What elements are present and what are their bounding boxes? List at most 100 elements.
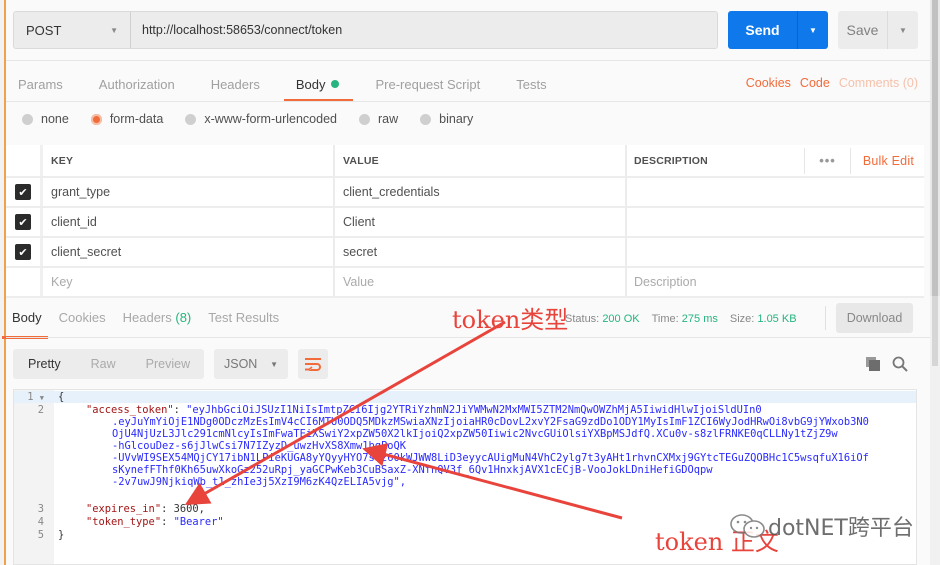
copy-icon[interactable] [866,357,880,371]
status-group: Status: 200 OK [565,313,640,325]
params-table: KEY VALUE DESCRIPTION ••• Bulk Edit ✔ gr… [6,145,924,298]
row-checkbox[interactable]: ✔ [15,244,31,260]
key-field[interactable]: client_id [43,208,335,236]
radio-circle-selected[interactable] [90,113,102,125]
comments-link[interactable]: Comments (0) [839,76,918,90]
radio-circle[interactable] [185,113,197,125]
method-value: POST [26,22,62,38]
new-value-input[interactable]: Value [335,268,627,296]
radio-x-www-form-urlencoded[interactable]: x-www-form-urlencoded [185,112,337,126]
json-key: "expires_in" [86,503,162,515]
tab-response-headers[interactable]: Headers (8) [123,310,192,332]
tab-label: Test Results [208,310,280,325]
radio-label: form-data [109,112,164,126]
code-continuation: OjU4NjUzL3Jlc291cmNlcyIsImFwaTEiXSwiY2xp… [112,428,838,440]
table-tools: ••• Bulk Edit [804,145,924,176]
body-indicator-dot [331,80,340,88]
tab-tests[interactable]: Tests [516,68,546,100]
header-check-cell [6,145,43,176]
value-field[interactable]: Client [335,208,627,236]
size-value: 1.05 KB [757,313,797,325]
tab-label: Params [18,76,63,92]
radio-circle[interactable] [22,113,33,125]
tab-body[interactable]: Body [283,68,353,102]
radio-circle[interactable] [420,113,432,125]
table-row: ✔ grant_type client_credentials [6,178,924,208]
radio-circle[interactable] [359,113,370,125]
radio-none[interactable]: none [22,112,69,126]
description-field[interactable] [627,208,924,236]
row-checkbox[interactable]: ✔ [15,184,31,200]
divider [825,306,826,330]
description-field[interactable] [627,238,924,266]
tab-authorization[interactable]: Authorization [99,68,175,100]
tab-label: Pre-request Script [375,76,481,92]
tab-response-cookies[interactable]: Cookies [59,310,106,332]
code-link[interactable]: Code [800,76,830,90]
tab-test-results[interactable]: Test Results [208,310,279,332]
tab-label: Headers [210,76,260,92]
download-button[interactable]: Download [836,303,913,333]
new-key-input[interactable]: Key [43,268,335,296]
tab-params[interactable]: Params [18,68,63,100]
view-mode-preview[interactable]: Preview [131,357,205,371]
annotation-token-type: token类型 [452,306,569,334]
radio-raw[interactable]: raw [359,112,398,126]
view-mode-segmented: Pretty Raw Preview [13,349,204,379]
active-line-highlight [14,391,916,403]
time-label: Time: [651,313,679,325]
more-options-icon[interactable]: ••• [804,147,851,174]
url-input[interactable]: http://localhost:58653/connect/token [131,12,342,48]
code-line-access-token: "access_token": "eyJhbGciOiJSUzI1NiIsImt… [86,404,762,416]
value-field[interactable]: secret [335,238,627,266]
code-line-expires-in: "expires_in": 3600, [86,503,205,515]
description-field[interactable] [627,178,924,206]
radio-form-data[interactable]: form-data [90,112,164,126]
save-button[interactable]: Save [838,11,888,49]
value-field[interactable]: client_credentials [335,178,627,206]
scrollbar-response[interactable] [930,296,940,565]
cookies-link[interactable]: Cookies [746,76,791,90]
new-description-input[interactable]: Description [627,268,924,296]
format-value: JSON [224,357,258,371]
scrollbar-thumb[interactable] [932,296,938,366]
tab-label: Tests [516,76,547,92]
radio-label: raw [378,112,399,126]
view-mode-raw[interactable]: Raw [76,357,131,371]
code-line-token-type: "token_type": "Bearer" [86,516,224,528]
radio-binary[interactable]: binary [420,112,473,126]
response-meta: Status: 200 OK Time: 275 ms Size: 1.05 K… [565,313,797,325]
json-number: 3600 [173,503,199,515]
method-select[interactable]: POST ▼ [14,12,131,48]
tab-response-body[interactable]: Body [2,310,48,339]
save-options-chevron-icon[interactable]: ▼ [888,11,918,49]
key-field[interactable]: client_secret [43,238,335,266]
scrollbar-thumb[interactable] [932,0,938,296]
tab-label: Headers [122,310,172,325]
row-checkbox[interactable]: ✔ [15,214,31,230]
wechat-icon [730,514,765,538]
request-tabs: Params Authorization Headers Body Pre-re… [18,68,583,102]
format-select[interactable]: JSON ▼ [214,349,288,379]
radio-label: x-www-form-urlencoded [204,112,337,126]
column-key: KEY [43,145,335,176]
wrap-lines-button[interactable] [298,349,328,379]
tab-headers[interactable]: Headers [211,68,260,100]
divider [6,60,930,61]
view-mode-pretty[interactable]: Pretty [13,357,76,371]
bulk-edit-link[interactable]: Bulk Edit [851,154,924,168]
line-number: 4 [37,516,44,528]
search-icon[interactable] [892,356,908,372]
send-button[interactable]: Send [728,11,798,49]
divider [6,101,930,102]
send-options-chevron-icon[interactable]: ▼ [798,11,828,49]
tab-pre-request-script[interactable]: Pre-request Script [375,68,480,100]
tab-label: Body [295,76,326,92]
fold-toggle-icon[interactable]: ▼ [40,394,44,402]
key-field[interactable]: grant_type [43,178,335,206]
watermark-text: dotNET跨平台 [768,516,914,541]
send-button-group: Send ▼ [728,11,828,49]
time-group: Time: 275 ms [652,313,718,325]
body-type-radios: none form-data x-www-form-urlencoded raw… [22,112,495,126]
radio-label: none [41,112,69,126]
